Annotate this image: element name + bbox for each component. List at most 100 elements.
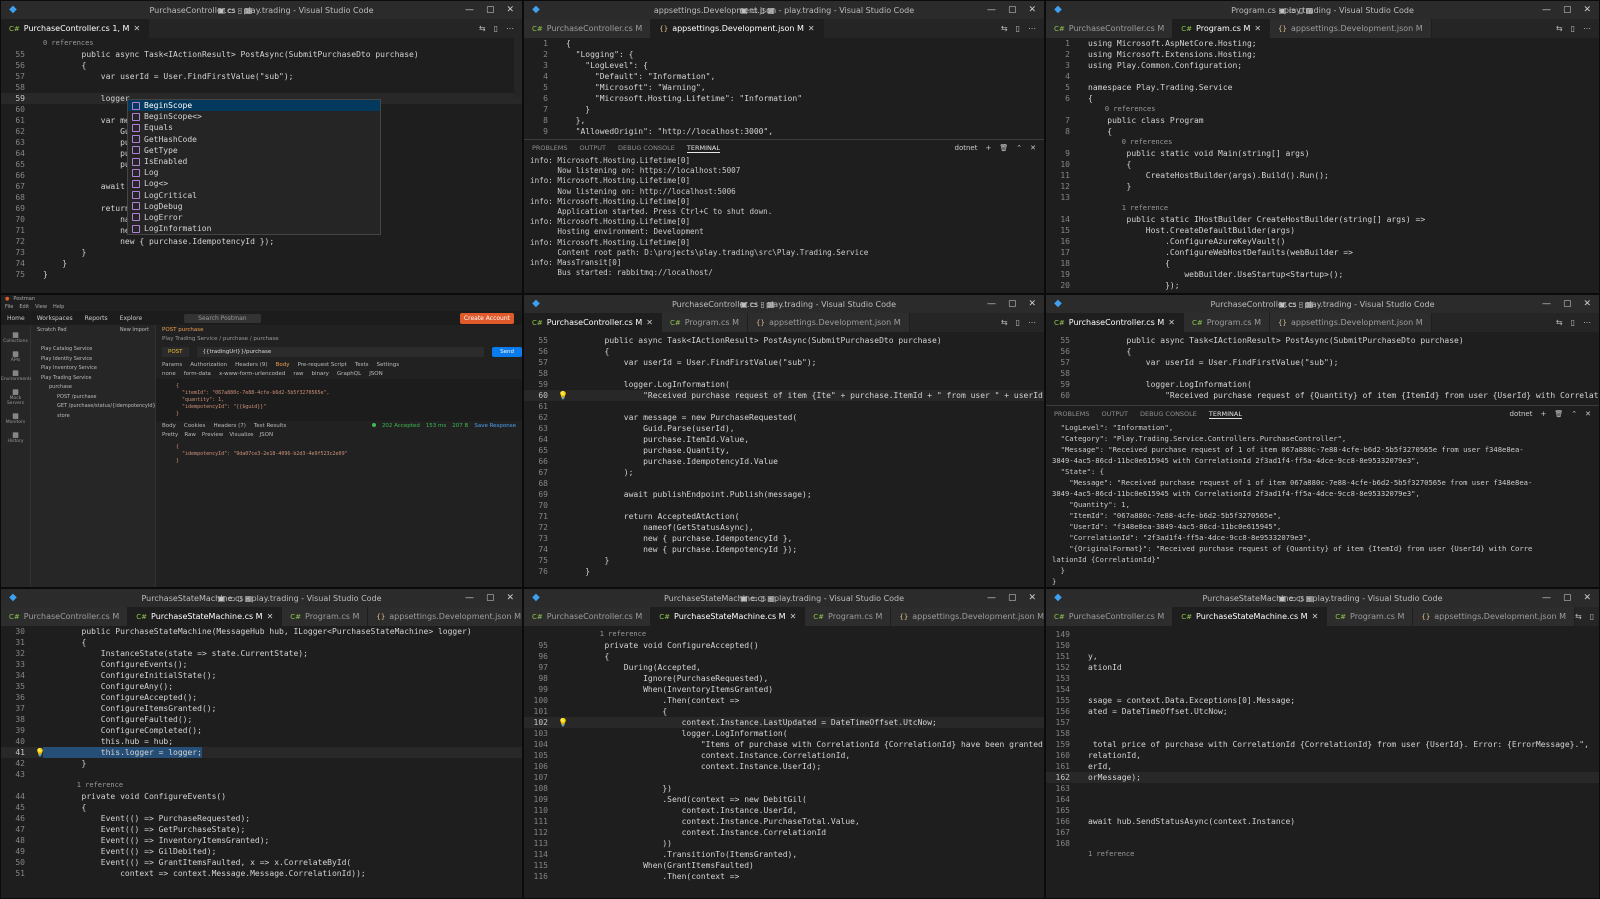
maximize-icon[interactable]: ▢ — [1008, 5, 1017, 15]
layout-controls[interactable]: ▣ ▭ ▯ ▦ — [1279, 300, 1314, 309]
code-line[interactable]: 12 } — [1046, 181, 1599, 192]
response-format-tabs[interactable]: Pretty Raw Preview Visualize JSON — [156, 431, 522, 441]
editor-tab[interactable]: C# Program.cs M ✕ — [1173, 19, 1271, 38]
code-line[interactable]: 69 await publishEndpoint.Publish(message… — [524, 489, 1044, 500]
minimize-icon[interactable]: — — [465, 5, 474, 15]
more-actions-icon[interactable]: ⋯ — [1583, 24, 1591, 33]
code-line[interactable]: 63 Guid.Parse(userId), — [524, 423, 1044, 434]
code-line[interactable]: 114 .TransitionTo(ItemsGranted), — [524, 849, 1044, 860]
menu-file[interactable]: File — [5, 304, 13, 310]
code-line[interactable]: 57 var userId = User.FindFirstValue("sub… — [524, 357, 1044, 368]
close-tab-icon[interactable]: ✕ — [790, 612, 797, 621]
code-line[interactable]: 111 context.Instance.PurchaseTotal.Value… — [524, 816, 1044, 827]
code-line[interactable]: 33 ConfigureEvents(); — [1, 659, 522, 670]
code-line[interactable]: 47 Event(() => GetPurchaseState); — [1, 824, 522, 835]
editor-tab[interactable]: C# PurchaseController.cs 1, M ✕ — [1, 19, 150, 38]
code-line[interactable]: 70 — [524, 500, 1044, 511]
new-terminal-icon[interactable]: + — [985, 144, 991, 152]
panel-tab-terminal[interactable]: TERMINAL — [1208, 410, 1242, 419]
editor-tab[interactable]: {} appsettings.Development.json M — [891, 607, 1044, 626]
code-line[interactable]: 162 orMessage); — [1046, 772, 1599, 783]
codelens-reference[interactable]: 0 references — [1046, 104, 1599, 115]
rail-environments[interactable]: ▦ Environments — [1, 369, 32, 382]
code-line[interactable]: 97 During(Accepted, — [524, 662, 1044, 673]
suggestion-item[interactable]: BeginScope<> — [128, 111, 380, 122]
code-line[interactable]: 39 ConfigureCompleted(); — [1, 725, 522, 736]
close-tab-icon[interactable]: ✕ — [1312, 612, 1319, 621]
code-line[interactable]: 75 } — [524, 555, 1044, 566]
code-line[interactable]: 32 InstanceState(state => state.CurrentS… — [1, 648, 522, 659]
layout-controls[interactable]: ▣ ▭ ▯ ▦ — [218, 594, 253, 603]
collection-item[interactable]: POST /purchase — [31, 392, 155, 402]
window-controls[interactable]: — ▢ ✕ — [1542, 5, 1599, 15]
code-line[interactable]: 1{ — [524, 38, 1044, 49]
rail-collections[interactable]: ▦ Collections — [1, 331, 30, 344]
code-line[interactable]: 56 { — [1046, 346, 1599, 357]
code-editor[interactable]: 1 reference 95 private void ConfigureAcce… — [524, 629, 1044, 882]
method-select[interactable]: POST — [162, 347, 189, 357]
maximize-icon[interactable]: ▢ — [486, 5, 495, 15]
code-line[interactable]: 31 { — [1, 637, 522, 648]
create-account-button[interactable]: Create Account — [459, 312, 514, 324]
split-editor-icon[interactable]: ▯ — [494, 24, 498, 33]
body-option[interactable]: none — [162, 371, 176, 377]
codelens-reference[interactable]: 1 reference — [1046, 203, 1599, 214]
window-controls[interactable]: — ▢ ✕ — [987, 5, 1044, 15]
terminal-shell-select[interactable]: dotnet — [955, 144, 978, 152]
code-line[interactable]: 3 "LogLevel": { — [524, 60, 1044, 71]
code-line[interactable]: 34 ConfigureInitialState(); — [1, 670, 522, 681]
code-line[interactable]: 57 var userId = User.FindFirstValue("sub… — [1, 71, 522, 82]
code-line[interactable]: 19 webBuilder.UseStartup<Startup>(); — [1046, 269, 1599, 280]
trash-icon[interactable]: 🗑 — [999, 144, 1008, 152]
terminal-shell-select[interactable]: dotnet — [1510, 410, 1533, 418]
window-controls[interactable]: — ▢ ✕ — [1542, 299, 1599, 309]
code-line[interactable]: 163 — [1046, 783, 1599, 794]
collections-tree[interactable]: Play Catalog Service Play Identity Servic… — [31, 335, 155, 421]
code-line[interactable]: 36 ConfigureAccepted(); — [1, 692, 522, 703]
code-line[interactable]: 7 } — [524, 104, 1044, 115]
code-line[interactable]: 58 — [1, 82, 522, 93]
panel-tab-terminal[interactable]: TERMINAL — [686, 144, 720, 153]
code-line[interactable]: 75} — [1, 269, 522, 280]
split-editor-icon[interactable]: ▯ — [1590, 612, 1594, 621]
send-button[interactable]: Send — [492, 347, 522, 357]
response-format[interactable]: Preview — [202, 432, 223, 438]
window-controls[interactable]: — ▢ ✕ — [1542, 593, 1599, 603]
code-line[interactable]: 99 When(InventoryItemsGranted) — [524, 684, 1044, 695]
code-line[interactable]: 165 — [1046, 805, 1599, 816]
code-line[interactable]: 104 "Items of purchase with CorrelationI… — [524, 739, 1044, 750]
maximize-icon[interactable]: ▢ — [1563, 5, 1572, 15]
lightbulb-icon[interactable]: 💡 — [558, 717, 568, 728]
code-line[interactable]: 98 Ignore(PurchaseRequested), — [524, 673, 1044, 684]
search-input[interactable]: Search Postman — [184, 313, 261, 323]
new-terminal-icon[interactable]: + — [1540, 410, 1546, 418]
collection-item[interactable]: Play Catalog Service — [31, 345, 155, 355]
close-icon[interactable]: ✕ — [1028, 593, 1036, 603]
lightbulb-icon[interactable]: 💡 — [35, 747, 45, 758]
code-line[interactable]: 64 purchase.ItemId.Value, — [524, 434, 1044, 445]
close-icon[interactable]: ✕ — [1583, 593, 1591, 603]
code-line[interactable]: 16 .ConfigureAzureKeyVault() — [1046, 236, 1599, 247]
editor-tab[interactable]: C# Program.cs M — [282, 607, 369, 626]
body-option[interactable]: raw — [293, 371, 303, 377]
code-line[interactable]: 13 — [1046, 192, 1599, 203]
terminal-panel[interactable]: PROBLEMS OUTPUT DEBUG CONSOLE TERMINAL dotne… — [524, 139, 1044, 293]
editor-tab[interactable]: C# Program.cs M — [661, 313, 749, 332]
request-tab[interactable]: POST purchase — [156, 325, 522, 335]
code-editor[interactable]: 30 public PurchaseStateMachine(MessageHu… — [1, 626, 522, 879]
code-line[interactable]: 65 purchase.Quantity, — [524, 445, 1044, 456]
code-line[interactable]: 67 ); — [524, 467, 1044, 478]
body-option[interactable]: JSON — [369, 371, 383, 377]
code-line[interactable]: 72 nameof(GetStatusAsync), — [524, 522, 1044, 533]
code-line[interactable]: 156 ated = DateTimeOffset.UtcNow; — [1046, 706, 1599, 717]
close-icon[interactable]: ✕ — [1583, 299, 1591, 309]
code-line[interactable]: 57 var userId = User.FindFirstValue("sub… — [1046, 357, 1599, 368]
suggestion-item[interactable]: BeginScope — [128, 100, 380, 112]
request-tab[interactable]: Tests — [355, 362, 369, 368]
editor-tab[interactable]: C# PurchaseStateMachine.cs M ✕ — [1173, 607, 1328, 626]
body-option[interactable]: x-www-form-urlencoded — [219, 371, 285, 377]
panel-tab-debug-console[interactable]: DEBUG CONSOLE — [618, 144, 675, 152]
terminal-output[interactable]: "LogLevel": "Information", "Category": "… — [1046, 422, 1599, 587]
panel-tab-output[interactable]: OUTPUT — [1101, 410, 1128, 418]
nav-reports[interactable]: Reports — [85, 315, 108, 322]
